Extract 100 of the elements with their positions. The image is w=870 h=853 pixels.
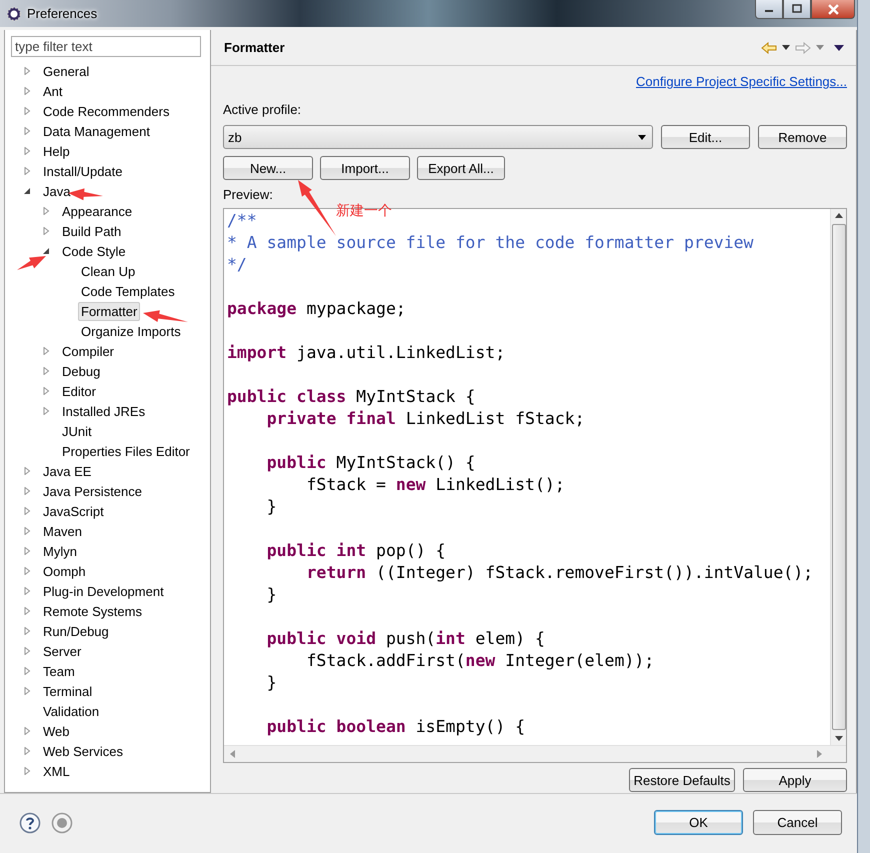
expand-icon[interactable] bbox=[42, 387, 50, 395]
expand-icon[interactable] bbox=[23, 527, 31, 535]
tree-item[interactable]: JavaScript bbox=[40, 502, 107, 520]
scroll-up-icon[interactable] bbox=[834, 213, 842, 218]
tree-item[interactable]: Java EE bbox=[40, 462, 94, 480]
tree-item[interactable]: Validation bbox=[40, 702, 102, 720]
expand-icon[interactable] bbox=[42, 367, 50, 375]
tree-item[interactable]: Compiler bbox=[59, 342, 118, 360]
tree-item[interactable]: Code Templates bbox=[78, 282, 178, 300]
tree-item[interactable]: Mylyn bbox=[40, 542, 80, 560]
expand-icon[interactable] bbox=[23, 567, 31, 575]
profile-label: Active profile: bbox=[223, 102, 302, 117]
scroll-left-icon[interactable] bbox=[230, 750, 235, 758]
profile-dropdown[interactable]: zb bbox=[223, 125, 653, 149]
forward-arrow-icon[interactable] bbox=[795, 42, 811, 54]
tree-item[interactable]: Java bbox=[40, 182, 74, 200]
footer-button[interactable]: Restore Defaults bbox=[629, 768, 735, 792]
profile-action-button[interactable]: Export All... bbox=[417, 156, 505, 180]
tree-item[interactable]: Oomph bbox=[40, 562, 89, 580]
tree-item[interactable]: Properties Files Editor bbox=[59, 442, 193, 460]
tree-item[interactable]: Maven bbox=[40, 522, 86, 540]
tree-item[interactable]: Editor bbox=[59, 382, 99, 400]
minimize-button[interactable] bbox=[755, 0, 783, 19]
profile-action-button[interactable]: Import... bbox=[320, 156, 410, 180]
annotation-arrow bbox=[143, 310, 188, 322]
expand-icon[interactable] bbox=[23, 687, 31, 695]
dialog-button[interactable]: Cancel bbox=[753, 810, 842, 835]
tree-item[interactable]: Data Management bbox=[40, 122, 153, 140]
tree-item[interactable]: Web bbox=[40, 722, 72, 740]
expand-icon[interactable] bbox=[42, 347, 50, 355]
window-title: Preferences bbox=[27, 6, 98, 21]
expand-icon[interactable] bbox=[42, 407, 50, 415]
footer-button[interactable]: Apply bbox=[743, 768, 847, 792]
tree-item[interactable]: Run/Debug bbox=[40, 622, 112, 640]
dropdown-icon[interactable] bbox=[782, 45, 790, 50]
expand-icon[interactable] bbox=[23, 147, 31, 155]
close-button[interactable] bbox=[811, 0, 855, 19]
tree-item[interactable]: Clean Up bbox=[78, 262, 138, 280]
expand-icon[interactable] bbox=[23, 607, 31, 615]
expand-icon[interactable] bbox=[23, 667, 31, 675]
expand-icon[interactable] bbox=[23, 67, 31, 75]
tree-item[interactable]: Server bbox=[40, 642, 84, 660]
expand-icon[interactable] bbox=[23, 587, 31, 595]
tree-item[interactable]: XML bbox=[40, 762, 73, 780]
dialog-button[interactable]: OK bbox=[654, 810, 743, 835]
help-icon[interactable] bbox=[19, 812, 41, 834]
annotation-arrow bbox=[298, 180, 336, 236]
profile-button[interactable]: Edit... bbox=[661, 125, 750, 149]
expand-icon[interactable] bbox=[23, 747, 31, 755]
tree-item[interactable]: Formatter bbox=[78, 302, 140, 320]
record-icon[interactable] bbox=[51, 812, 73, 834]
view-menu-icon[interactable] bbox=[834, 44, 844, 50]
tree-item[interactable]: Help bbox=[40, 142, 73, 160]
annotation-arrow bbox=[17, 256, 46, 270]
tree-item[interactable]: General bbox=[40, 62, 92, 80]
tree-item[interactable]: Debug bbox=[59, 362, 104, 380]
expand-icon[interactable] bbox=[23, 507, 31, 515]
tree-item[interactable]: Ant bbox=[40, 82, 66, 100]
tree-item[interactable]: Team bbox=[40, 662, 78, 680]
back-arrow-icon[interactable] bbox=[761, 42, 777, 54]
tree-item[interactable]: Appearance bbox=[59, 202, 136, 220]
scroll-down-icon[interactable] bbox=[834, 736, 842, 741]
tree-item[interactable]: Terminal bbox=[40, 682, 96, 700]
tree-item[interactable]: Remote Systems bbox=[40, 602, 145, 620]
maximize-button[interactable] bbox=[783, 0, 811, 19]
tree-item[interactable]: Java Persistence bbox=[40, 482, 145, 500]
profile-action-button[interactable]: New... bbox=[223, 156, 313, 180]
eclipse-icon bbox=[6, 6, 22, 22]
expand-icon[interactable] bbox=[23, 627, 31, 635]
tree-item[interactable]: JUnit bbox=[59, 422, 95, 440]
collapse-icon[interactable] bbox=[23, 187, 31, 195]
scroll-right-icon[interactable] bbox=[817, 750, 822, 758]
expand-icon[interactable] bbox=[23, 487, 31, 495]
expand-icon[interactable] bbox=[23, 127, 31, 135]
expand-icon[interactable] bbox=[23, 167, 31, 175]
tree-item[interactable]: Install/Update bbox=[40, 162, 126, 180]
expand-icon[interactable] bbox=[42, 227, 50, 235]
horizontal-scrollbar[interactable] bbox=[224, 745, 846, 762]
collapse-icon[interactable] bbox=[42, 247, 50, 255]
caret-icon bbox=[638, 134, 646, 140]
expand-icon[interactable] bbox=[23, 107, 31, 115]
tree-item[interactable]: Installed JREs bbox=[59, 402, 148, 420]
expand-icon[interactable] bbox=[42, 207, 50, 215]
expand-icon[interactable] bbox=[23, 727, 31, 735]
tree-item[interactable]: Code Style bbox=[59, 242, 129, 260]
filter-field[interactable]: type filter text bbox=[11, 36, 201, 57]
maximize-icon bbox=[792, 4, 802, 14]
profile-button[interactable]: Remove bbox=[758, 125, 847, 149]
tree-item[interactable]: Web Services bbox=[40, 742, 126, 760]
project-settings-link[interactable]: Configure Project Specific Settings... bbox=[636, 74, 847, 89]
vertical-scrollbar[interactable] bbox=[830, 209, 846, 745]
expand-icon[interactable] bbox=[23, 767, 31, 775]
expand-icon[interactable] bbox=[23, 647, 31, 655]
tree-item[interactable]: Build Path bbox=[59, 222, 124, 240]
expand-icon[interactable] bbox=[23, 547, 31, 555]
expand-icon[interactable] bbox=[23, 87, 31, 95]
tree-item[interactable]: Code Recommenders bbox=[40, 102, 172, 120]
tree-item[interactable]: Plug-in Development bbox=[40, 582, 167, 600]
expand-icon[interactable] bbox=[23, 467, 31, 475]
tree-item[interactable]: Organize Imports bbox=[78, 322, 184, 340]
